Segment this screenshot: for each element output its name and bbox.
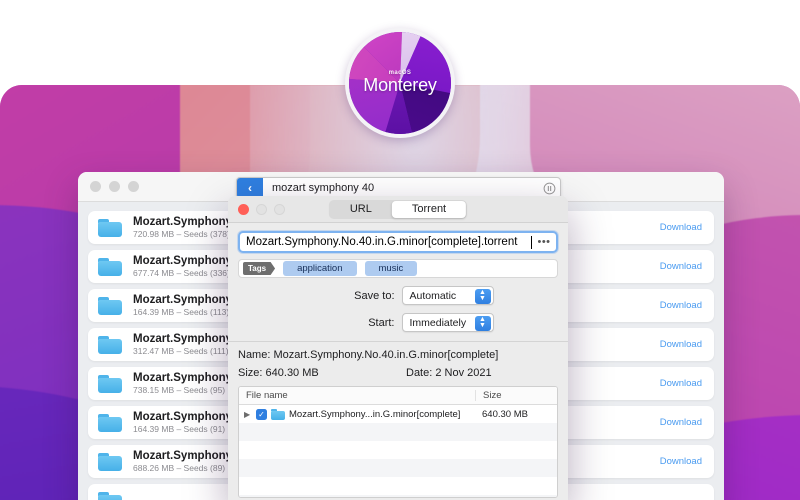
traffic-light-close[interactable] xyxy=(90,181,101,192)
column-header-file-name[interactable]: File name xyxy=(239,390,475,401)
add-torrent-dialog: URL Torrent Mozart.Symphony.No.40.in.G.m… xyxy=(228,196,568,500)
badge-version-name: Monterey xyxy=(363,75,437,95)
back-chevron-icon[interactable]: ‹ xyxy=(237,178,263,198)
start-row: Start: Immediately ▲ ▼ xyxy=(238,313,558,332)
column-header-size[interactable]: Size xyxy=(475,390,557,401)
save-to-value: Automatic xyxy=(409,289,457,302)
tags-field[interactable]: Tags application music xyxy=(238,259,558,278)
traffic-light-minimize[interactable] xyxy=(109,181,120,192)
more-options-button[interactable]: ••• xyxy=(534,234,554,250)
file-size-cell: 640.30 MB xyxy=(482,408,528,420)
divider xyxy=(228,341,568,342)
tag-token[interactable]: application xyxy=(283,261,357,276)
name-value: Mozart.Symphony.No.40.in.G.minor[complet… xyxy=(273,349,499,361)
table-header: File name Size xyxy=(239,387,557,405)
folder-icon xyxy=(98,218,124,238)
search-input[interactable]: mozart symphony 40 xyxy=(263,182,538,194)
dialog-close-button[interactable] xyxy=(238,203,249,215)
folder-icon xyxy=(98,452,124,472)
download-link[interactable]: Download xyxy=(660,378,702,389)
tab-url[interactable]: URL xyxy=(330,201,392,218)
table-row-empty xyxy=(239,459,557,477)
download-link[interactable]: Download xyxy=(660,222,702,233)
dialog-titlebar: URL Torrent xyxy=(228,196,568,223)
folder-icon xyxy=(98,374,124,394)
download-link[interactable]: Download xyxy=(660,417,702,428)
size-value: 640.30 MB xyxy=(265,367,319,379)
torrent-size-line: Size: 640.30 MB xyxy=(238,367,406,379)
pause-circle-icon[interactable] xyxy=(538,182,560,195)
tab-torrent[interactable]: Torrent xyxy=(391,200,467,218)
file-list-table[interactable]: File name Size ▶ ✓ Mozart.Symphony...in.… xyxy=(238,386,558,498)
dialog-traffic-lights xyxy=(238,203,285,215)
disclosure-triangle-icon[interactable]: ▶ xyxy=(244,410,252,419)
date-value: 2 Nov 2021 xyxy=(435,367,492,379)
chevron-updown-icon[interactable]: ▲ ▼ xyxy=(474,288,491,304)
folder-icon xyxy=(98,257,124,277)
tag-token[interactable]: music xyxy=(364,261,418,276)
chevron-updown-icon[interactable]: ▲ ▼ xyxy=(474,315,491,331)
download-link[interactable]: Download xyxy=(660,300,702,311)
download-link[interactable]: Download xyxy=(660,456,702,467)
date-label: Date: xyxy=(406,367,433,379)
table-row-empty xyxy=(239,441,557,459)
macos-monterey-badge: macOS Monterey xyxy=(345,28,455,138)
size-label: Size: xyxy=(238,367,263,379)
torrent-name-line: Name: Mozart.Symphony.No.40.in.G.minor[c… xyxy=(238,349,558,361)
table-row-empty xyxy=(239,495,557,497)
filename-row: Mozart.Symphony.No.40.in.G.minor[complet… xyxy=(238,231,558,253)
download-link[interactable]: Download xyxy=(660,339,702,350)
source-type-segmented-control[interactable]: URL Torrent xyxy=(328,199,468,219)
folder-icon xyxy=(271,408,285,420)
dialog-minimize-button xyxy=(256,203,267,215)
download-link[interactable]: Download xyxy=(660,261,702,272)
screen: Mozart.Symphony. 720.98 MB – Seeds (378)… xyxy=(0,0,800,500)
save-to-row: Save to: Automatic ▲ ▼ xyxy=(238,286,558,305)
save-to-select[interactable]: Automatic ▲ ▼ xyxy=(401,286,494,305)
table-row-empty xyxy=(239,423,557,441)
filename-field[interactable]: Mozart.Symphony.No.40.in.G.minor[complet… xyxy=(238,231,558,253)
folder-icon xyxy=(98,491,124,500)
file-name-cell: Mozart.Symphony...in.G.minor[complete] xyxy=(289,408,461,420)
traffic-light-zoom[interactable] xyxy=(128,181,139,192)
save-to-label: Save to: xyxy=(354,289,395,302)
start-select[interactable]: Immediately ▲ ▼ xyxy=(401,313,494,332)
table-row-empty xyxy=(239,477,557,495)
folder-icon xyxy=(98,413,124,433)
filename-value[interactable]: Mozart.Symphony.No.40.in.G.minor[complet… xyxy=(246,236,531,248)
table-row[interactable]: ▶ ✓ Mozart.Symphony...in.G.minor[complet… xyxy=(239,405,557,423)
badge-os-label: macOS xyxy=(388,70,412,76)
start-value: Immediately xyxy=(409,316,467,329)
name-label: Name: xyxy=(238,349,271,361)
text-caret xyxy=(531,235,532,249)
tags-label: Tags xyxy=(243,262,276,275)
folder-icon xyxy=(98,335,124,355)
start-label: Start: xyxy=(368,316,395,329)
torrent-metadata: Name: Mozart.Symphony.No.40.in.G.minor[c… xyxy=(228,349,568,379)
torrent-date-line: Date: 2 Nov 2021 xyxy=(406,367,492,379)
dialog-zoom-button xyxy=(274,203,285,215)
folder-icon xyxy=(98,296,124,316)
row-checkbox[interactable]: ✓ xyxy=(256,408,267,420)
